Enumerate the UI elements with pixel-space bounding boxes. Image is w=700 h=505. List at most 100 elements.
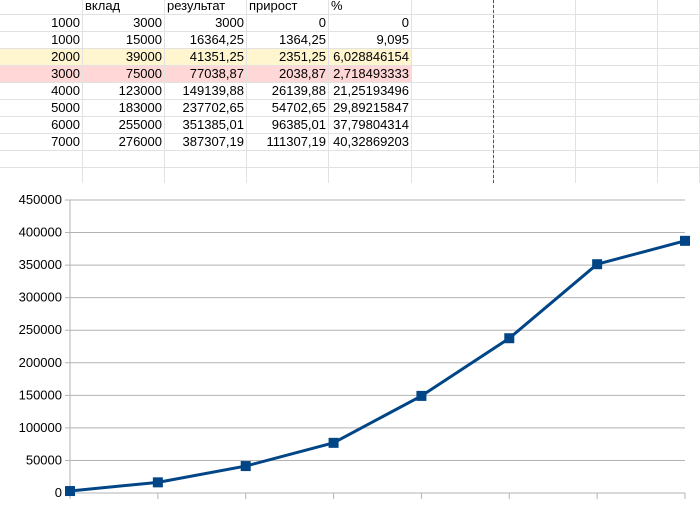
table-cell[interactable] bbox=[494, 49, 576, 66]
table-cell[interactable]: 3000 bbox=[83, 15, 165, 32]
data-point-marker[interactable] bbox=[328, 437, 339, 448]
data-point-marker[interactable] bbox=[416, 390, 427, 401]
table-cell[interactable]: 37,79804314 bbox=[329, 117, 412, 134]
header-cell[interactable]: прирост bbox=[247, 0, 329, 15]
table-cell[interactable] bbox=[494, 117, 576, 134]
table-cell[interactable]: 40,32869203 bbox=[329, 134, 412, 151]
data-point-marker[interactable] bbox=[592, 259, 603, 270]
table-cell[interactable] bbox=[494, 134, 576, 151]
table-cell[interactable]: 29,89215847 bbox=[329, 100, 412, 117]
table-cell[interactable] bbox=[494, 151, 576, 168]
table-cell[interactable] bbox=[576, 134, 658, 151]
table-cell[interactable]: 1000 bbox=[0, 15, 83, 32]
table-cell[interactable] bbox=[576, 100, 658, 117]
table-cell[interactable] bbox=[576, 32, 658, 49]
table-cell[interactable]: 1000 bbox=[0, 32, 83, 49]
table-cell[interactable]: 111307,19 bbox=[247, 134, 329, 151]
table-cell[interactable] bbox=[658, 83, 700, 100]
table-cell[interactable] bbox=[412, 117, 494, 134]
table-cell[interactable]: 26139,88 bbox=[247, 83, 329, 100]
header-cell[interactable]: % bbox=[329, 0, 412, 15]
spreadsheet-grid[interactable]: вклад результат прирост% 1000 3000 3000 0 0 1000… bbox=[0, 0, 700, 185]
table-cell[interactable] bbox=[412, 66, 494, 83]
table-cell[interactable] bbox=[576, 66, 658, 83]
table-cell[interactable] bbox=[494, 15, 576, 32]
table-cell[interactable] bbox=[658, 151, 700, 168]
table-cell[interactable]: 2351,25 bbox=[247, 49, 329, 66]
table-cell[interactable]: 237702,65 bbox=[165, 100, 247, 117]
table-cell[interactable]: 96385,01 bbox=[247, 117, 329, 134]
table-cell[interactable]: 2,718493333 bbox=[329, 66, 412, 83]
table-cell[interactable]: 21,25193496 bbox=[329, 83, 412, 100]
table-cell[interactable]: 351385,01 bbox=[165, 117, 247, 134]
table-cell[interactable] bbox=[412, 32, 494, 49]
table-cell[interactable]: 9,095 bbox=[329, 32, 412, 49]
table-cell[interactable]: 1364,25 bbox=[247, 32, 329, 49]
table-cell[interactable] bbox=[658, 66, 700, 83]
table-cell[interactable] bbox=[494, 32, 576, 49]
header-cell[interactable] bbox=[0, 0, 83, 15]
table-cell[interactable]: 3000 bbox=[0, 66, 83, 83]
table-cell[interactable] bbox=[247, 151, 329, 168]
table-cell[interactable]: 255000 bbox=[83, 117, 165, 134]
table-cell[interactable]: 183000 bbox=[83, 100, 165, 117]
table-cell[interactable]: 5000 bbox=[0, 100, 83, 117]
table-cell[interactable] bbox=[658, 134, 700, 151]
table-cell[interactable] bbox=[83, 151, 165, 168]
table-cell[interactable] bbox=[576, 49, 658, 66]
table-cell[interactable]: 0 bbox=[329, 15, 412, 32]
table-cell[interactable] bbox=[412, 134, 494, 151]
table-cell[interactable]: 6000 bbox=[0, 117, 83, 134]
table-cell[interactable] bbox=[494, 100, 576, 117]
table-cell[interactable] bbox=[658, 15, 700, 32]
table-cell[interactable]: 15000 bbox=[83, 32, 165, 49]
table-cell[interactable] bbox=[658, 32, 700, 49]
line-chart[interactable]: 0 50000 100000 150000 200000 250000 300000 3500… bbox=[0, 183, 700, 505]
table-cell[interactable]: 77038,87 bbox=[165, 66, 247, 83]
table-cell[interactable]: 149139,88 bbox=[165, 83, 247, 100]
header-cell[interactable] bbox=[494, 0, 576, 15]
table-cell[interactable]: 4000 bbox=[0, 83, 83, 100]
table-cell[interactable]: 16364,25 bbox=[165, 32, 247, 49]
header-cell[interactable] bbox=[576, 0, 658, 15]
table-cell[interactable] bbox=[494, 66, 576, 83]
table-cell[interactable] bbox=[576, 83, 658, 100]
table-cell[interactable]: 75000 bbox=[83, 66, 165, 83]
table-cell[interactable] bbox=[165, 151, 247, 168]
data-point-marker[interactable] bbox=[680, 235, 690, 246]
table-cell[interactable]: 0 bbox=[247, 15, 329, 32]
table-cell[interactable] bbox=[576, 117, 658, 134]
table-cell[interactable] bbox=[658, 100, 700, 117]
table-cell[interactable] bbox=[412, 15, 494, 32]
table-cell[interactable]: 123000 bbox=[83, 83, 165, 100]
table-cell[interactable] bbox=[412, 83, 494, 100]
header-cell[interactable] bbox=[658, 0, 700, 15]
data-point-marker[interactable] bbox=[65, 486, 75, 497]
table-cell[interactable] bbox=[494, 83, 576, 100]
table-cell[interactable]: 2000 bbox=[0, 49, 83, 66]
data-point-marker[interactable] bbox=[240, 461, 251, 472]
header-cell[interactable]: вклад bbox=[83, 0, 165, 15]
header-cell[interactable]: результат bbox=[165, 0, 247, 15]
table-cell[interactable]: 276000 bbox=[83, 134, 165, 151]
table-cell[interactable] bbox=[658, 117, 700, 134]
table-cell[interactable] bbox=[329, 151, 412, 168]
table-cell[interactable]: 39000 bbox=[83, 49, 165, 66]
table-cell[interactable]: 54702,65 bbox=[247, 100, 329, 117]
data-point-marker[interactable] bbox=[152, 477, 163, 488]
table-cell[interactable]: 3000 bbox=[165, 15, 247, 32]
table-cell[interactable] bbox=[412, 151, 494, 168]
table-cell[interactable] bbox=[412, 49, 494, 66]
table-cell[interactable]: 387307,19 bbox=[165, 134, 247, 151]
header-cell[interactable] bbox=[412, 0, 494, 15]
table-cell[interactable] bbox=[576, 15, 658, 32]
data-point-marker[interactable] bbox=[504, 333, 515, 344]
table-cell[interactable]: 6,028846154 bbox=[329, 49, 412, 66]
table-cell[interactable] bbox=[658, 49, 700, 66]
table-cell[interactable] bbox=[576, 151, 658, 168]
table-cell[interactable]: 2038,87 bbox=[247, 66, 329, 83]
table-cell[interactable]: 7000 bbox=[0, 134, 83, 151]
table-cell[interactable] bbox=[0, 151, 83, 168]
table-cell[interactable] bbox=[412, 100, 494, 117]
table-cell[interactable]: 41351,25 bbox=[165, 49, 247, 66]
